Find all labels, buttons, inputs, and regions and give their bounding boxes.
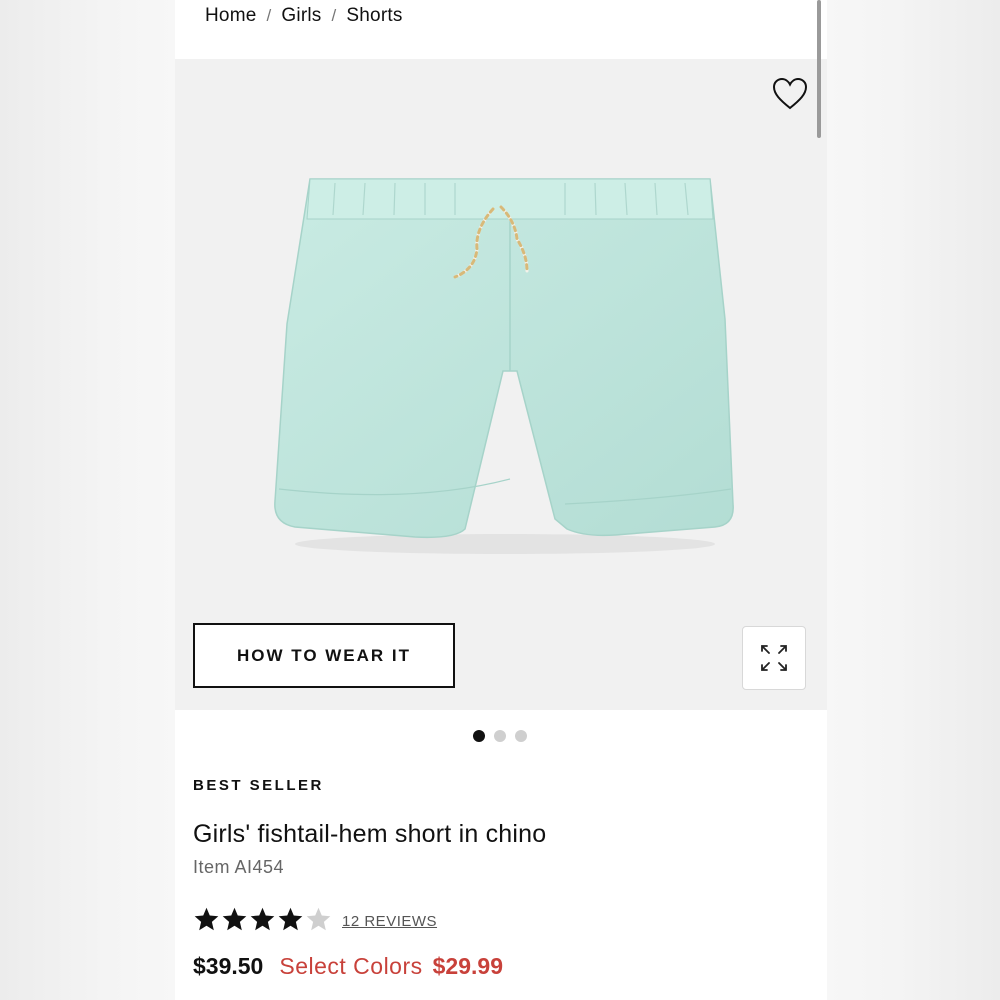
how-to-wear-button[interactable]: HOW TO WEAR IT	[193, 623, 455, 688]
scrollbar[interactable]	[817, 0, 821, 138]
heart-icon[interactable]	[772, 77, 808, 111]
carousel-dot[interactable]	[494, 730, 506, 742]
carousel-dot[interactable]	[515, 730, 527, 742]
breadcrumb-home[interactable]: Home	[205, 5, 256, 27]
star-icon	[278, 907, 303, 931]
carousel-dot[interactable]	[473, 730, 485, 742]
price-row: $39.50 Select Colors $29.99	[193, 953, 503, 980]
breadcrumb-separator: /	[331, 6, 337, 25]
expand-icon	[761, 645, 787, 671]
breadcrumb: Home / Girls / Shorts	[205, 5, 403, 27]
background-right	[827, 0, 1000, 1000]
best-seller-badge: BEST SELLER	[193, 777, 324, 794]
star-icon	[306, 907, 331, 931]
regular-price: $39.50	[193, 953, 264, 979]
reviews-link[interactable]: 12 REVIEWS	[342, 913, 437, 930]
product-gallery[interactable]: HOW TO WEAR IT	[175, 59, 827, 710]
product-image	[274, 178, 734, 554]
star-icon	[250, 907, 275, 931]
sale-price: $29.99	[432, 953, 503, 979]
star-icon	[194, 907, 219, 931]
star-icon	[222, 907, 247, 931]
select-colors-label: Select Colors	[279, 953, 423, 979]
star-rating[interactable]	[193, 906, 332, 933]
expand-button[interactable]	[742, 626, 806, 690]
product-title: Girls' fishtail-hem short in chino	[193, 820, 547, 848]
breadcrumb-shorts[interactable]: Shorts	[346, 5, 402, 27]
breadcrumb-girls[interactable]: Girls	[281, 5, 321, 27]
product-page: Home / Girls / Shorts HOW TO WEAR IT BES…	[175, 0, 827, 1000]
item-number: Item AI454	[193, 857, 285, 877]
carousel-dots	[473, 730, 527, 742]
breadcrumb-separator: /	[266, 6, 272, 25]
background-left	[0, 0, 175, 1000]
